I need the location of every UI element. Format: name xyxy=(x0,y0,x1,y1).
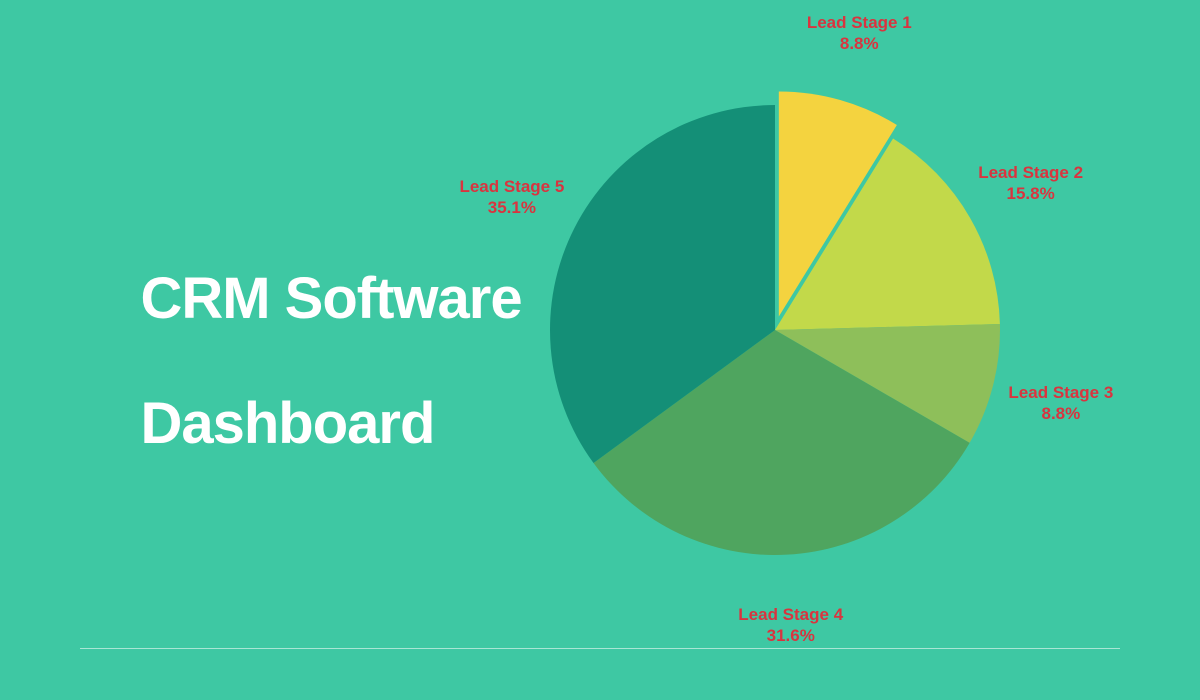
pie-label-name: Lead Stage 4 xyxy=(738,603,843,624)
title-line-2: Dashboard xyxy=(140,391,434,456)
pie-label-5: Lead Stage 535.1% xyxy=(459,175,564,218)
pie-label-name: Lead Stage 5 xyxy=(459,175,564,196)
pie-label-value: 15.8% xyxy=(978,183,1083,204)
pie-chart xyxy=(532,87,1018,573)
dashboard-stage: CRM Software Dashboard Lead Stage 18.8%L… xyxy=(0,0,1200,700)
pie-label-1: Lead Stage 18.8% xyxy=(807,11,912,54)
pie-label-name: Lead Stage 1 xyxy=(807,11,912,32)
pie-label-4: Lead Stage 431.6% xyxy=(738,603,843,646)
pie-label-name: Lead Stage 2 xyxy=(978,162,1083,183)
pie-label-value: 35.1% xyxy=(459,197,564,218)
pie-label-value: 8.8% xyxy=(807,33,912,54)
pie-label-3: Lead Stage 38.8% xyxy=(1008,382,1113,425)
page-title: CRM Software Dashboard xyxy=(80,205,522,518)
title-line-1: CRM Software xyxy=(140,266,521,331)
pie-label-name: Lead Stage 3 xyxy=(1008,382,1113,403)
pie-label-2: Lead Stage 215.8% xyxy=(978,162,1083,205)
divider-line xyxy=(80,648,1120,649)
pie-label-value: 8.8% xyxy=(1008,403,1113,424)
pie-label-value: 31.6% xyxy=(738,625,843,646)
